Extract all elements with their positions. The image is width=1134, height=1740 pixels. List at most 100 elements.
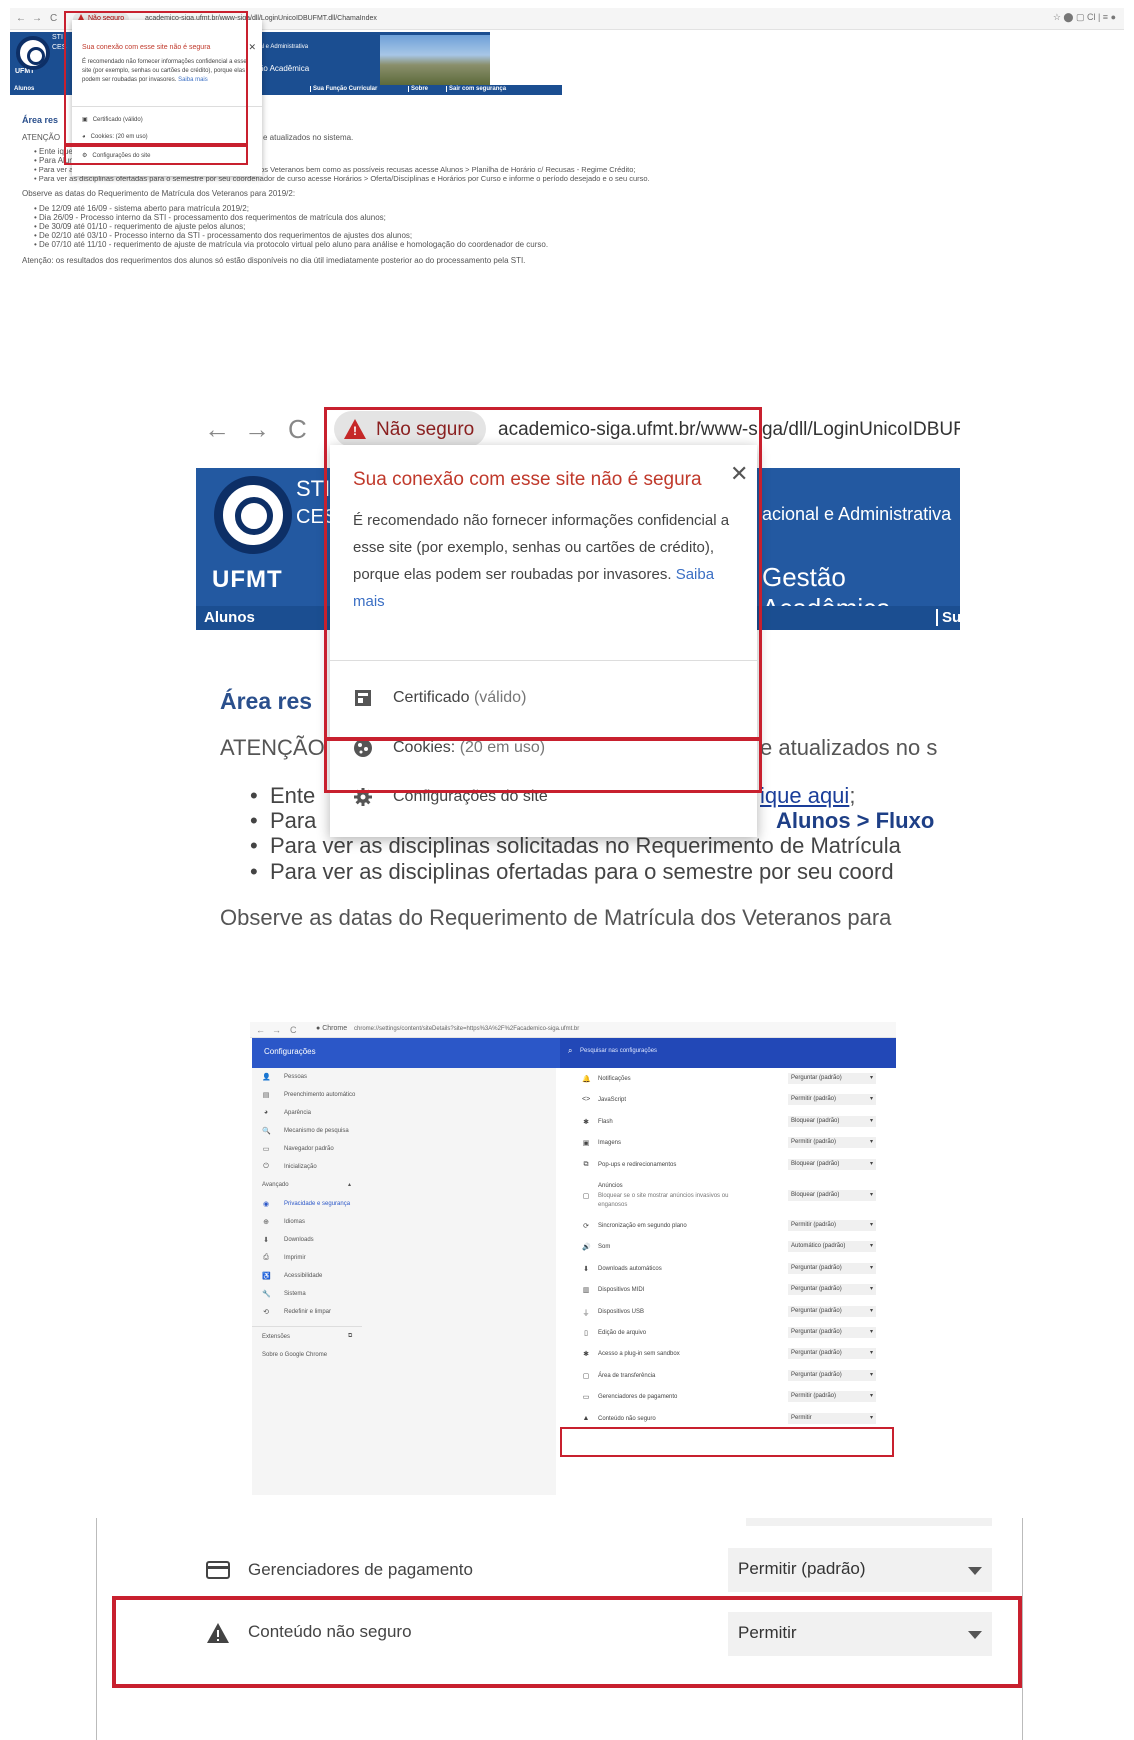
popup-title: Sua conexão com esse site não é segura — [82, 44, 211, 51]
permission-label: Pop-ups e redirecionamentos — [598, 1161, 677, 1168]
reload-icon[interactable]: C — [290, 1025, 297, 1035]
permission-select[interactable]: Permitir (padrão) — [788, 1137, 876, 1149]
address-bar[interactable]: academico-siga.ufmt.br/www-siga/dll/Logi… — [498, 419, 960, 441]
observe-text: Observe as datas do Requerimento de Matr… — [22, 189, 296, 198]
sidebar-item-label: Downloads — [284, 1237, 314, 1243]
not-secure-chip[interactable]: Não seguro — [334, 411, 486, 447]
screenshot-panel-1: ← → C Não seguro academico-siga.ufmt.br/… — [10, 8, 1124, 298]
page-heading: Área res — [220, 688, 313, 714]
forward-icon[interactable]: → — [272, 1025, 281, 1035]
autofill-icon: ▤ — [262, 1092, 270, 1099]
menu-funcao[interactable]: Sua Função Curricular — [310, 86, 377, 92]
date-item: • De 12/09 até 16/09 - sistema aberto pa… — [34, 204, 249, 213]
back-icon[interactable]: ← — [256, 1025, 265, 1035]
permission-label: Downloads automáticos — [598, 1265, 662, 1272]
chrome-chip[interactable]: ● Chrome — [316, 1025, 347, 1032]
cookie-icon: ◕ — [82, 134, 86, 140]
sidebar-item-label: Navegador padrão — [284, 1146, 334, 1152]
globe-icon: ⊕ — [263, 1219, 269, 1226]
date-item: • De 02/10 até 03/10 - Processo interno … — [34, 231, 413, 240]
menu-alunos[interactable]: Alunos — [204, 609, 255, 626]
search-icon: 🔍 — [262, 1128, 271, 1135]
permission-select[interactable]: Perguntar (padrão) — [788, 1262, 876, 1274]
screenshot-panel-2: ← → C Não seguro academico-siga.ufmt.br/… — [0, 395, 1134, 955]
warning-icon: ▲ — [582, 1414, 590, 1422]
search-icon: ⌕ — [568, 1046, 573, 1055]
about-chrome-label: Sobre o Google Chrome — [262, 1352, 328, 1358]
sidebar-item-label: Acessibilidade — [284, 1273, 323, 1279]
permission-select[interactable]: Bloquear (padrão) — [788, 1190, 876, 1201]
popup-icon: ⧉ — [583, 1160, 589, 1168]
page-heading: Área res — [22, 115, 59, 125]
site-settings-row[interactable]: ⚙ Configurações do site — [82, 152, 150, 159]
date-item: • De 07/10 até 11/10 - requerimento de a… — [34, 240, 549, 249]
close-icon[interactable]: ✕ — [730, 461, 748, 487]
permission-label: Gerenciadores de pagamento — [598, 1394, 678, 1401]
chevron-down-icon — [968, 1631, 982, 1639]
permission-select[interactable]: Perguntar (padrão) — [788, 1073, 876, 1084]
permission-select[interactable]: Perguntar (padrão) — [788, 1327, 876, 1338]
popup-description: É recomendado não fornecer informações c… — [82, 59, 247, 83]
back-icon[interactable]: ← — [204, 414, 230, 445]
reload-icon[interactable]: C — [288, 414, 307, 445]
sidebar-item-label: Aparência — [284, 1110, 312, 1116]
toolbar-extension-icons[interactable]: ☆ ⬤ ▢ Cl | ≡ ● — [1053, 12, 1116, 23]
insecure-content-select[interactable]: Permitir — [728, 1612, 992, 1656]
payment-handlers-select[interactable]: Permitir (padrão) — [728, 1548, 992, 1592]
permission-select[interactable]: Perguntar (padrão) — [788, 1369, 876, 1381]
permission-select[interactable]: Permitir — [788, 1412, 876, 1424]
permission-select[interactable]: Perguntar (padrão) — [788, 1348, 876, 1360]
permission-select[interactable]: Permitir (padrão) — [788, 1094, 876, 1106]
settings-header: Configurações ⌕ Pesquisar nas configuraç… — [252, 1038, 896, 1068]
atencao-tail: e atualizados no sistema. — [263, 133, 354, 142]
sidebar-item-label: Redefinir e limpar — [284, 1309, 332, 1315]
cookies-status: (20 em uso) — [459, 739, 546, 756]
menu-sair[interactable]: Sair com segurança — [446, 86, 506, 92]
person-icon: 👤 — [262, 1074, 271, 1081]
back-icon[interactable]: ← — [16, 13, 26, 24]
payment-icon: ▭ — [582, 1394, 590, 1402]
forward-icon[interactable]: → — [32, 13, 42, 24]
permission-label: Acesso a plug-in sem sandbox — [598, 1351, 680, 1358]
chevron-down-icon — [968, 1567, 982, 1575]
credit-card-icon — [206, 1561, 230, 1579]
cookies-row[interactable]: ◕ Cookies: (20 em uso) — [82, 134, 148, 140]
permission-select[interactable]: Automático (padrão) — [788, 1241, 876, 1253]
sidebar-item-label: Mecanismo de pesquisa — [284, 1128, 349, 1134]
permission-select[interactable]: Perguntar (padrão) — [788, 1284, 876, 1296]
bullet-2-tail: Alunos > Fluxo — [776, 808, 935, 833]
ufmt-logo-text: UFMT — [212, 566, 283, 593]
menu-su[interactable]: Su — [936, 609, 961, 626]
permission-label: Notificações — [598, 1076, 631, 1082]
bullet-2: • Para — [250, 808, 317, 833]
address-bar[interactable]: chrome://settings/content/siteDetails?si… — [354, 1026, 579, 1032]
search-placeholder: Pesquisar nas configurações — [580, 1048, 658, 1054]
menu-sobre[interactable]: Sobre — [408, 86, 428, 92]
settings-search-input[interactable]: ⌕ Pesquisar nas configurações — [560, 1038, 896, 1068]
close-icon[interactable]: ✕ — [248, 42, 256, 53]
gear-icon: ⚙ — [82, 153, 88, 159]
certificate-row[interactable]: ▣ Certificado (válido) — [82, 116, 143, 123]
permission-select[interactable]: Permitir (padrão) — [788, 1220, 876, 1231]
plugin-icon: ✱ — [583, 1351, 589, 1359]
click-here-link[interactable]: ique aqui — [760, 783, 849, 808]
advanced-label: Avançado — [262, 1182, 289, 1188]
browser-toolbar: ← → C ● Chrome chrome://settings/content… — [250, 1022, 896, 1038]
settings-sidebar: 👤 Pessoas ▤ Preenchimento automático ◕ Aparên… — [252, 1068, 556, 1495]
forward-icon[interactable]: → — [244, 414, 270, 445]
permission-label: Flash — [598, 1118, 613, 1125]
permission-select[interactable]: Bloquear (padrão) — [788, 1158, 876, 1170]
usb-icon: ⏚ — [582, 1309, 590, 1317]
restore-icon: ⟲ — [263, 1309, 269, 1316]
atencao-text: ATENÇÃO — [22, 133, 61, 142]
divider — [72, 106, 262, 107]
learn-more-link[interactable]: Saiba mais — [178, 77, 208, 83]
permission-select[interactable]: Permitir (padrão) — [788, 1391, 876, 1403]
bell-icon: 🔔 — [582, 1076, 591, 1083]
menu-alunos[interactable]: Alunos — [12, 86, 34, 92]
permission-select[interactable]: Bloquear (padrão) — [788, 1115, 876, 1127]
reload-icon[interactable]: C — [50, 13, 57, 24]
download-icon: ⬇ — [583, 1265, 589, 1273]
certificate-icon: ▣ — [82, 117, 88, 123]
permission-select[interactable]: Perguntar (padrão) — [788, 1305, 876, 1317]
